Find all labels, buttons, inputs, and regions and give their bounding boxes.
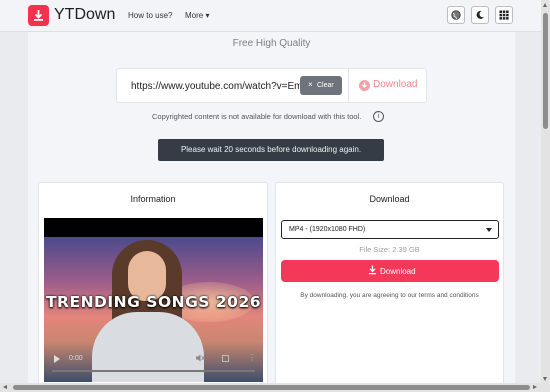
clear-label: Clear — [317, 82, 334, 89]
download-button-label: Download — [380, 267, 416, 276]
file-size: File Size: 2.39 GB — [359, 245, 420, 254]
play-icon[interactable] — [54, 355, 60, 363]
info-icon[interactable]: i — [373, 111, 384, 122]
url-form: https://www.youtube.com/watch?v=Em × Cle… — [116, 68, 427, 103]
divider — [348, 69, 349, 102]
horizontal-scroll-thumb[interactable] — [13, 385, 530, 390]
information-title: Information — [130, 194, 176, 204]
clear-button[interactable]: × Clear — [300, 76, 342, 95]
download-logo-icon[interactable] — [28, 5, 49, 26]
globe-icon — [451, 10, 461, 20]
scroll-up-icon[interactable] — [543, 3, 547, 7]
volume-icon[interactable] — [196, 354, 205, 364]
brand-name[interactable]: YTDown — [54, 6, 115, 24]
scroll-right-icon[interactable] — [533, 385, 537, 389]
information-card: Information TRENDING SONGS 2026 0:00 ⋮ — [38, 182, 268, 392]
download-submit-label: Download — [373, 79, 418, 90]
theme-toggle-button[interactable] — [471, 6, 489, 24]
moon-icon — [476, 10, 484, 19]
wait-banner: Please wait 20 seconds before downloadin… — [158, 139, 384, 161]
download-icon — [368, 265, 377, 277]
video-progress-bar[interactable] — [52, 370, 255, 372]
nav-more-dropdown[interactable]: More ▾ — [185, 11, 209, 20]
download-card: Download MP4 - (1920x1080 FHD) File Size… — [275, 182, 504, 392]
navbar: YTDown How to use? More ▾ — [0, 0, 550, 32]
nav-how-to-use[interactable]: How to use? — [128, 11, 172, 20]
terms-agreement: By downloading, you are agreeing to our … — [300, 292, 479, 299]
vertical-scrollbar[interactable] — [541, 0, 550, 392]
tagline: Free High Quality — [232, 38, 311, 49]
grid-icon — [499, 10, 509, 20]
more-icon[interactable]: ⋮ — [248, 353, 256, 362]
scroll-left-icon[interactable] — [3, 385, 7, 389]
video-player[interactable]: TRENDING SONGS 2026 0:00 ⋮ — [44, 218, 263, 382]
download-title: Download — [369, 194, 410, 204]
close-icon: × — [308, 80, 313, 89]
url-input[interactable]: https://www.youtube.com/watch?v=Em — [131, 81, 301, 92]
video-controls: 0:00 ⋮ — [44, 349, 263, 382]
download-circle-icon — [359, 80, 370, 91]
chevron-down-icon — [486, 228, 492, 232]
copyright-notice: Copyrighted content is not available for… — [152, 112, 362, 121]
format-selected-value: MP4 - (1920x1080 FHD) — [289, 226, 366, 233]
language-button[interactable] — [447, 6, 465, 24]
download-button[interactable]: Download — [281, 260, 499, 282]
video-caption: TRENDING SONGS 2026 — [45, 293, 262, 311]
apps-menu-button[interactable] — [495, 6, 513, 24]
fullscreen-icon[interactable] — [222, 355, 229, 362]
main-container: Free High Quality https://www.youtube.co… — [28, 32, 515, 392]
horizontal-scrollbar[interactable] — [0, 383, 541, 392]
scroll-down-icon[interactable] — [543, 377, 547, 381]
video-time: 0:00 — [69, 355, 83, 362]
vertical-scroll-thumb[interactable] — [543, 13, 548, 129]
format-select[interactable]: MP4 - (1920x1080 FHD) — [281, 220, 499, 239]
